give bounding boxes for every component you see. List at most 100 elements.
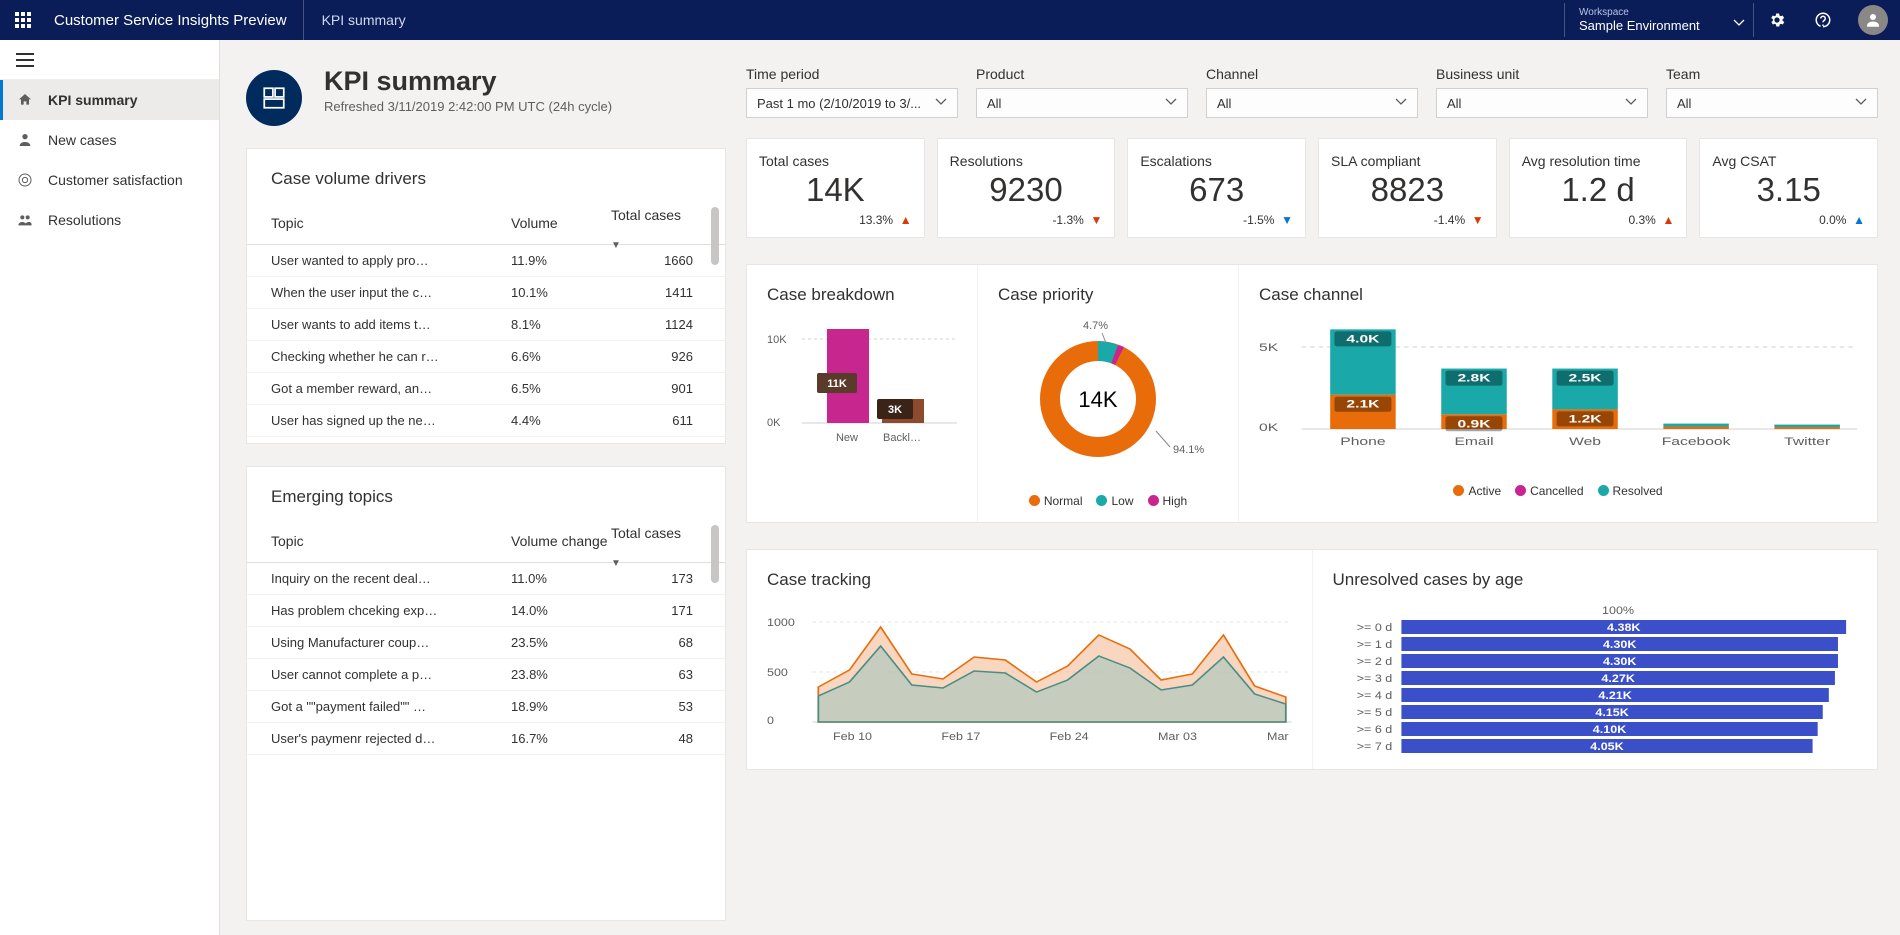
settings-icon[interactable]: [1754, 11, 1800, 29]
table-row[interactable]: Got a ""payment failed"" … 18.9% 53: [247, 691, 725, 723]
svg-text:0K: 0K: [767, 417, 781, 429]
filter-select[interactable]: All: [1666, 88, 1878, 118]
kpi-label: Total cases: [759, 153, 912, 169]
svg-text:>= 6 d: >= 6 d: [1356, 724, 1392, 736]
cell-total: 171: [611, 603, 701, 618]
sidebar-item-kpi-summary[interactable]: KPI summary: [0, 80, 219, 120]
kpi-card[interactable]: Avg resolution time 1.2 d 0.3% ▲: [1509, 138, 1688, 238]
svg-text:>= 3 d: >= 3 d: [1356, 673, 1392, 685]
cell-topic: Checking whether he can r…: [271, 349, 511, 364]
svg-text:14K: 14K: [1078, 387, 1117, 412]
svg-text:11K: 11K: [827, 378, 847, 390]
table-row[interactable]: User cannot complete a p… 23.8% 63: [247, 659, 725, 691]
cell-total: 1124: [611, 317, 701, 332]
svg-text:500: 500: [767, 667, 788, 679]
kpi-delta: -1.4% ▼: [1331, 213, 1484, 227]
svg-text:>= 5 d: >= 5 d: [1356, 707, 1392, 719]
main-content: KPI summary Refreshed 3/11/2019 2:42:00 …: [220, 40, 1900, 935]
kpi-value: 9230: [950, 171, 1103, 209]
page-icon: [246, 70, 302, 126]
svg-text:>= 7 d: >= 7 d: [1356, 741, 1392, 753]
table-row[interactable]: Checking whether he can r… 6.6% 926: [247, 341, 725, 373]
case-volume-drivers-card: Case volume drivers Topic Volume Total c…: [246, 148, 726, 444]
col-total[interactable]: Total cases▼: [611, 525, 701, 557]
col-volume[interactable]: Volume: [511, 215, 611, 231]
kpi-card[interactable]: Avg CSAT 3.15 0.0% ▲: [1699, 138, 1878, 238]
filter-select[interactable]: All: [976, 88, 1188, 118]
svg-text:4.27K: 4.27K: [1601, 673, 1635, 685]
svg-text:Twitter: Twitter: [1784, 435, 1831, 447]
cell-volume: 6.6%: [511, 349, 611, 364]
filter-select[interactable]: All: [1206, 88, 1418, 118]
svg-text:1.2K: 1.2K: [1569, 413, 1602, 425]
filter-value: Past 1 mo (2/10/2019 to 3/...: [757, 96, 921, 111]
hamburger-icon[interactable]: [0, 40, 219, 80]
table-row[interactable]: Has problem chceking exp… 14.0% 171: [247, 595, 725, 627]
col-volume-change[interactable]: Volume change: [511, 533, 611, 549]
user-avatar[interactable]: [1858, 5, 1888, 35]
table-row[interactable]: Got a member reward, an… 6.5% 901: [247, 373, 725, 405]
table-header: Topic Volume Total cases▼: [247, 201, 725, 245]
sidebar-item-resolutions[interactable]: Resolutions: [0, 200, 219, 240]
waffle-icon[interactable]: [0, 12, 46, 28]
table-row[interactable]: Using Manufacturer coup… 23.5% 68: [247, 627, 725, 659]
case-tracking-card: Case tracking 1000 500 0 Feb 10Feb 17Feb…: [747, 550, 1312, 769]
case-breakdown-chart: 0K 10K 11K 3K New Backl…: [767, 321, 957, 491]
card-title: Emerging topics: [247, 487, 725, 507]
filter-label: Time period: [746, 66, 958, 82]
svg-text:New: New: [836, 432, 858, 444]
svg-text:1000: 1000: [767, 617, 795, 629]
svg-text:Mar 03: Mar 03: [1158, 731, 1197, 743]
chevron-down-icon: [1733, 15, 1745, 31]
filter-label: Channel: [1206, 66, 1418, 82]
col-topic[interactable]: Topic: [271, 215, 511, 231]
kpi-card[interactable]: Total cases 14K 13.3% ▲: [746, 138, 925, 238]
scrollbar[interactable]: [707, 207, 721, 433]
svg-text:4.38K: 4.38K: [1607, 622, 1641, 634]
kpi-card[interactable]: Escalations 673 -1.5% ▼: [1127, 138, 1306, 238]
app-title[interactable]: Customer Service Insights Preview: [46, 12, 303, 29]
col-topic[interactable]: Topic: [271, 533, 511, 549]
table-row[interactable]: User wanted to apply pro… 11.9% 1660: [247, 245, 725, 277]
target-icon: [16, 172, 34, 188]
card-title: Case breakdown: [767, 285, 957, 305]
kpi-delta: 13.3% ▲: [759, 213, 912, 227]
header-subtitle[interactable]: KPI summary: [304, 12, 424, 28]
svg-text:0.9K: 0.9K: [1457, 418, 1490, 430]
table-row[interactable]: User's paymenr rejected d… 16.7% 48: [247, 723, 725, 755]
kpi-label: Resolutions: [950, 153, 1103, 169]
cell-topic: User wanted to apply pro…: [271, 253, 511, 268]
scrollbar[interactable]: [707, 525, 721, 910]
chevron-down-icon: [1855, 96, 1867, 111]
filter-select[interactable]: All: [1436, 88, 1648, 118]
svg-text:4.7%: 4.7%: [1083, 321, 1108, 332]
svg-text:>= 0 d: >= 0 d: [1356, 622, 1392, 634]
cell-volume: 10.1%: [511, 285, 611, 300]
svg-text:5K: 5K: [1259, 341, 1278, 353]
kpi-delta: -1.3% ▼: [950, 213, 1103, 227]
cell-topic: Got a ""payment failed"" …: [271, 699, 511, 714]
workspace-picker[interactable]: Workspace Sample Environment: [1564, 3, 1754, 37]
kpi-value: 3.15: [1712, 171, 1865, 209]
cell-volume: 23.8%: [511, 667, 611, 682]
cell-volume: 14.0%: [511, 603, 611, 618]
kpi-label: Avg CSAT: [1712, 153, 1865, 169]
sidebar-item-new-cases[interactable]: New cases: [0, 120, 219, 160]
cell-topic: Got a member reward, an…: [271, 381, 511, 396]
svg-text:4.05K: 4.05K: [1590, 741, 1624, 753]
cell-topic: When the user input the c…: [271, 285, 511, 300]
table-row[interactable]: When the user input the c… 10.1% 1411: [247, 277, 725, 309]
table-row[interactable]: User has signed up the ne… 4.4% 611: [247, 405, 725, 437]
card-title: Case tracking: [767, 570, 1292, 590]
sidebar-item-csat[interactable]: Customer satisfaction: [0, 160, 219, 200]
case-channel-chart: 5K 0K 2.1K4.0K0.9K2.8K1.2K2.5K PhoneEmai…: [1259, 321, 1857, 471]
svg-text:Mar …: Mar …: [1267, 731, 1291, 743]
filter-select[interactable]: Past 1 mo (2/10/2019 to 3/...: [746, 88, 958, 118]
table-row[interactable]: User wants to add items t… 8.1% 1124: [247, 309, 725, 341]
kpi-card[interactable]: SLA compliant 8823 -1.4% ▼: [1318, 138, 1497, 238]
kpi-card[interactable]: Resolutions 9230 -1.3% ▼: [937, 138, 1116, 238]
col-total[interactable]: Total cases▼: [611, 207, 701, 239]
table-row[interactable]: Inquiry on the recent deal… 11.0% 173: [247, 563, 725, 595]
filter-3: Business unit All: [1436, 66, 1648, 118]
help-icon[interactable]: [1800, 11, 1846, 29]
